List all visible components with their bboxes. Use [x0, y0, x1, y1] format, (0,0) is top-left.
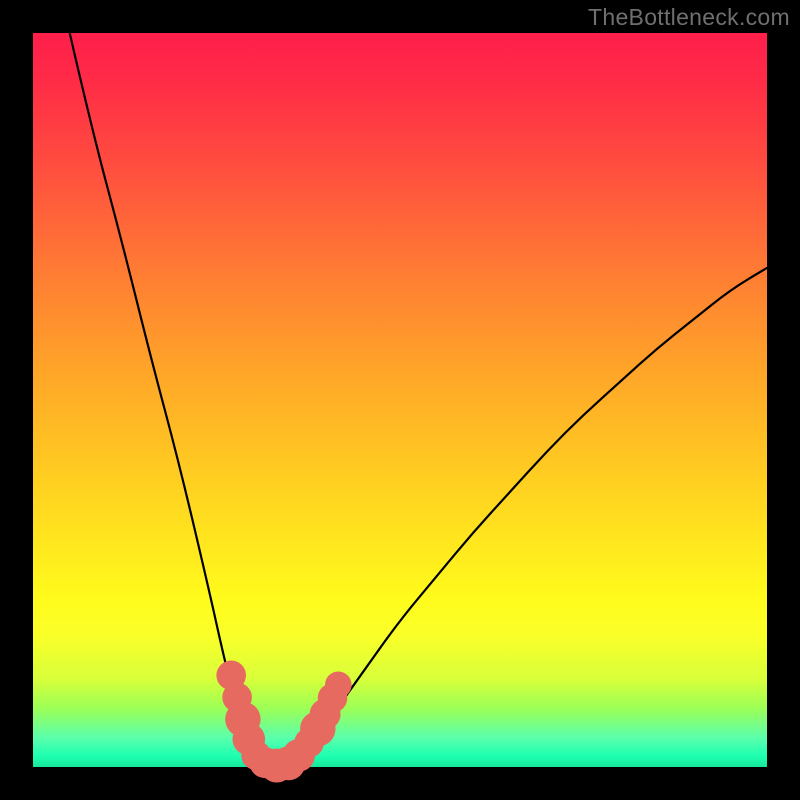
watermark-text: TheBottleneck.com — [588, 4, 790, 31]
curve-layer — [33, 33, 767, 767]
plot-area — [33, 33, 767, 767]
highlight-markers — [216, 661, 351, 783]
bottleneck-curve — [70, 33, 767, 766]
chart-frame: TheBottleneck.com — [0, 0, 800, 800]
marker-dot — [325, 672, 352, 699]
